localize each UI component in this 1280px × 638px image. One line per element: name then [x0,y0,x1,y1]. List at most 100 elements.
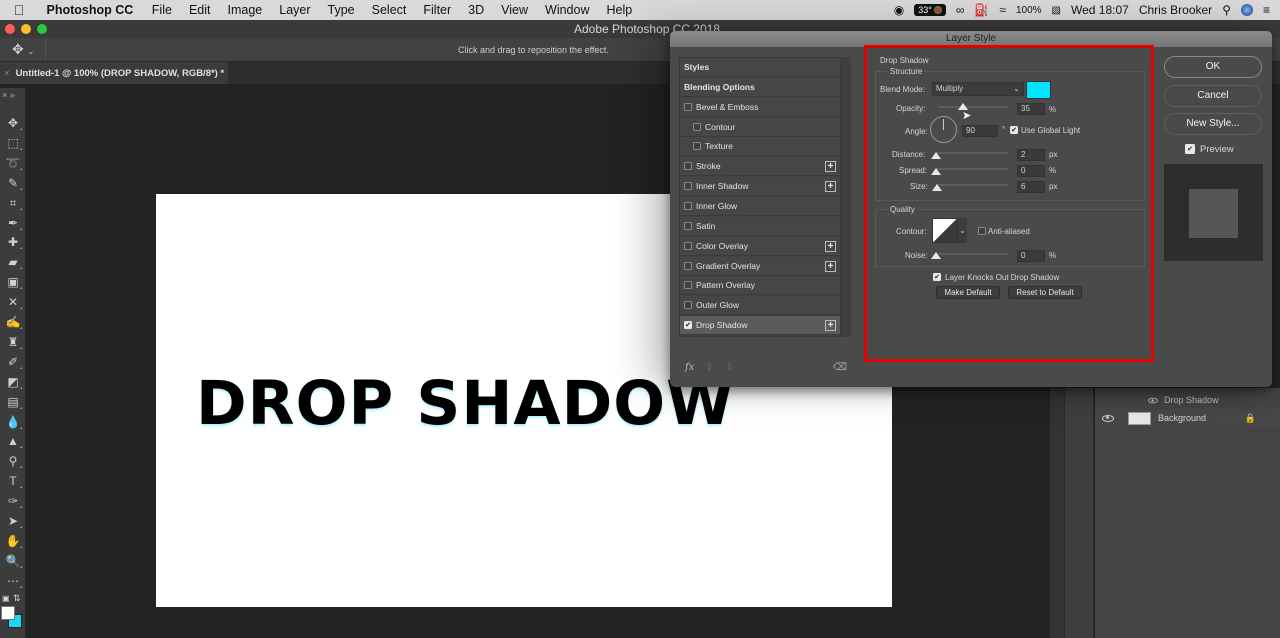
quick-select-tool-icon[interactable]: ✎ [3,174,23,192]
temperature-widget[interactable]: 33° [914,4,946,16]
move-effect-up-icon[interactable]: ⇧ [705,362,713,373]
dodge-tool-icon[interactable]: ⚲ [3,452,23,470]
knockout-checkbox[interactable]: ✔ [933,273,941,281]
lasso-tool-icon[interactable]: ➰ [3,154,23,172]
clock[interactable]: Wed 18:07 [1071,3,1129,17]
spotlight-search-icon[interactable]: ⚲ [1222,3,1231,17]
marquee-tool-icon[interactable]: ⬚ [3,134,23,152]
style-item-outer-glow[interactable]: Outer Glow [680,296,840,316]
close-tab-icon[interactable]: × [4,68,10,79]
make-default-button[interactable]: Make Default [936,286,1000,299]
style-item-bevel-emboss[interactable]: Bevel & Emboss [680,97,840,117]
menu-image[interactable]: Image [219,3,271,17]
spread-input[interactable]: 0 [1017,165,1045,177]
brush-tool-icon[interactable]: ✍ [3,313,23,331]
minimize-window-button[interactable] [21,24,31,34]
battery-icon[interactable]: ▧ [1052,5,1061,16]
menu-view[interactable]: View [493,3,537,17]
size-slider-track[interactable] [936,184,1008,186]
style-checkbox[interactable] [693,122,701,131]
opacity-input[interactable]: 35 [1017,103,1045,115]
styles-list-scrollbar[interactable] [841,57,851,337]
style-checkbox[interactable] [684,281,692,290]
user-name[interactable]: Chris Brooker [1139,3,1212,17]
delete-effect-icon[interactable]: ⌫ [833,362,847,373]
style-checkbox[interactable] [684,162,692,171]
spread-slider-thumb[interactable] [931,168,941,175]
menu-photoshop-cc[interactable]: Photoshop CC [38,3,143,17]
angle-input[interactable]: 90 [962,125,998,137]
dialog-title[interactable]: Layer Style [670,31,1272,47]
blur-tool-icon[interactable]: 💧 [3,413,23,431]
document-tab[interactable]: × Untitled-1 @ 100% (DROP SHADOW, RGB/8*… [0,62,228,84]
style-item-blending-options[interactable]: Blending Options [680,77,840,97]
hand-tool-icon[interactable]: ✋ [3,532,23,550]
contour-dropdown-icon[interactable]: ⌄ [958,218,967,243]
notification-center-icon[interactable]: ≡ [1263,3,1270,17]
path-select-tool-icon[interactable]: ➤ [3,512,23,530]
style-item-color-overlay[interactable]: Color Overlay + [680,236,840,256]
menu-type[interactable]: Type [319,3,363,17]
brush-patch-tool-icon[interactable]: ▰ [3,253,23,271]
style-checkbox[interactable] [684,221,692,230]
style-item-pattern-overlay[interactable]: Pattern Overlay [680,276,840,296]
menu-select[interactable]: Select [363,3,415,17]
style-item-drop-shadow[interactable]: ✔ Drop Shadow + [680,316,840,336]
move-effect-down-icon[interactable]: ⇩ [725,362,733,373]
gradient-tool-icon[interactable]: ▤ [3,393,23,411]
anti-aliased-checkbox[interactable] [978,227,986,235]
menu-window[interactable]: Window [537,3,598,17]
style-item-contour[interactable]: Contour [680,117,840,137]
preview-checkbox[interactable]: ✔ [1185,144,1195,154]
foreground-color-swatch[interactable] [1,606,15,620]
size-input[interactable]: 6 [1017,181,1045,193]
style-checkbox[interactable] [693,142,701,151]
spread-slider-track[interactable] [936,168,1008,170]
collapse-toolbar-icon[interactable]: × » [2,90,15,100]
menu-layer[interactable]: Layer [271,3,319,17]
menu-edit[interactable]: Edit [180,3,219,17]
siri-icon[interactable] [1240,4,1253,16]
menu-help[interactable]: Help [598,3,641,17]
move-tool-icon[interactable]: ✥ [3,114,23,132]
swap-colors-icon[interactable]: ⇅ [13,593,21,604]
cancel-button[interactable]: Cancel [1164,85,1262,107]
canvas-text-layer[interactable]: DROP SHADOW [196,368,734,439]
blend-mode-select[interactable]: Multiply ⌄ [932,82,1024,96]
effect-visibility-icon[interactable] [1148,397,1158,403]
frame-tool-icon[interactable]: ▣ [3,273,23,291]
type-tool-icon[interactable]: T [3,472,23,490]
angle-dial[interactable] [930,116,957,143]
style-item-styles[interactable]: Styles [680,58,840,77]
new-style-button[interactable]: New Style... [1164,113,1262,135]
close-window-button[interactable] [5,24,15,34]
contour-picker[interactable] [932,218,958,243]
layer-effect-row[interactable]: Drop Shadow [1095,391,1280,409]
style-item-gradient-overlay[interactable]: Gradient Overlay + [680,256,840,276]
distance-slider-track[interactable] [936,152,1008,154]
noise-slider-track[interactable] [936,253,1008,255]
size-slider-thumb[interactable] [932,184,943,191]
move-tool-preset-icon[interactable]: ✥ ⌄ [12,41,34,58]
shadow-color-swatch[interactable] [1026,81,1051,99]
layer-row-background[interactable]: Background 🔒 [1095,409,1280,427]
creative-cloud-icon[interactable]: ∞ [956,3,965,17]
style-checkbox[interactable] [684,261,692,270]
more-tool-icon[interactable]: ⋯ [3,572,23,590]
noise-input[interactable]: 0 [1017,250,1045,262]
use-global-light-checkbox[interactable]: ✔ [1010,126,1018,134]
opacity-slider-track[interactable] [938,106,1008,108]
eyedropper-tool-icon[interactable]: ✒ [3,214,23,232]
eraser-tool-icon[interactable]: ◩ [3,373,23,391]
style-item-satin[interactable]: Satin [680,216,840,236]
zoom-window-button[interactable] [37,24,47,34]
layer-visibility-icon[interactable] [1102,414,1114,422]
crop-tool-icon[interactable]: ⌗ [3,194,23,212]
style-item-texture[interactable]: Texture [680,137,840,157]
add-effect-instance-button[interactable]: + [825,320,836,332]
style-checkbox[interactable] [684,182,692,191]
style-checkbox[interactable] [684,301,692,310]
lock-icon[interactable]: 🔒 [1245,413,1256,424]
style-checkbox[interactable]: ✔ [684,321,692,330]
add-effect-instance-button[interactable]: + [825,181,836,193]
